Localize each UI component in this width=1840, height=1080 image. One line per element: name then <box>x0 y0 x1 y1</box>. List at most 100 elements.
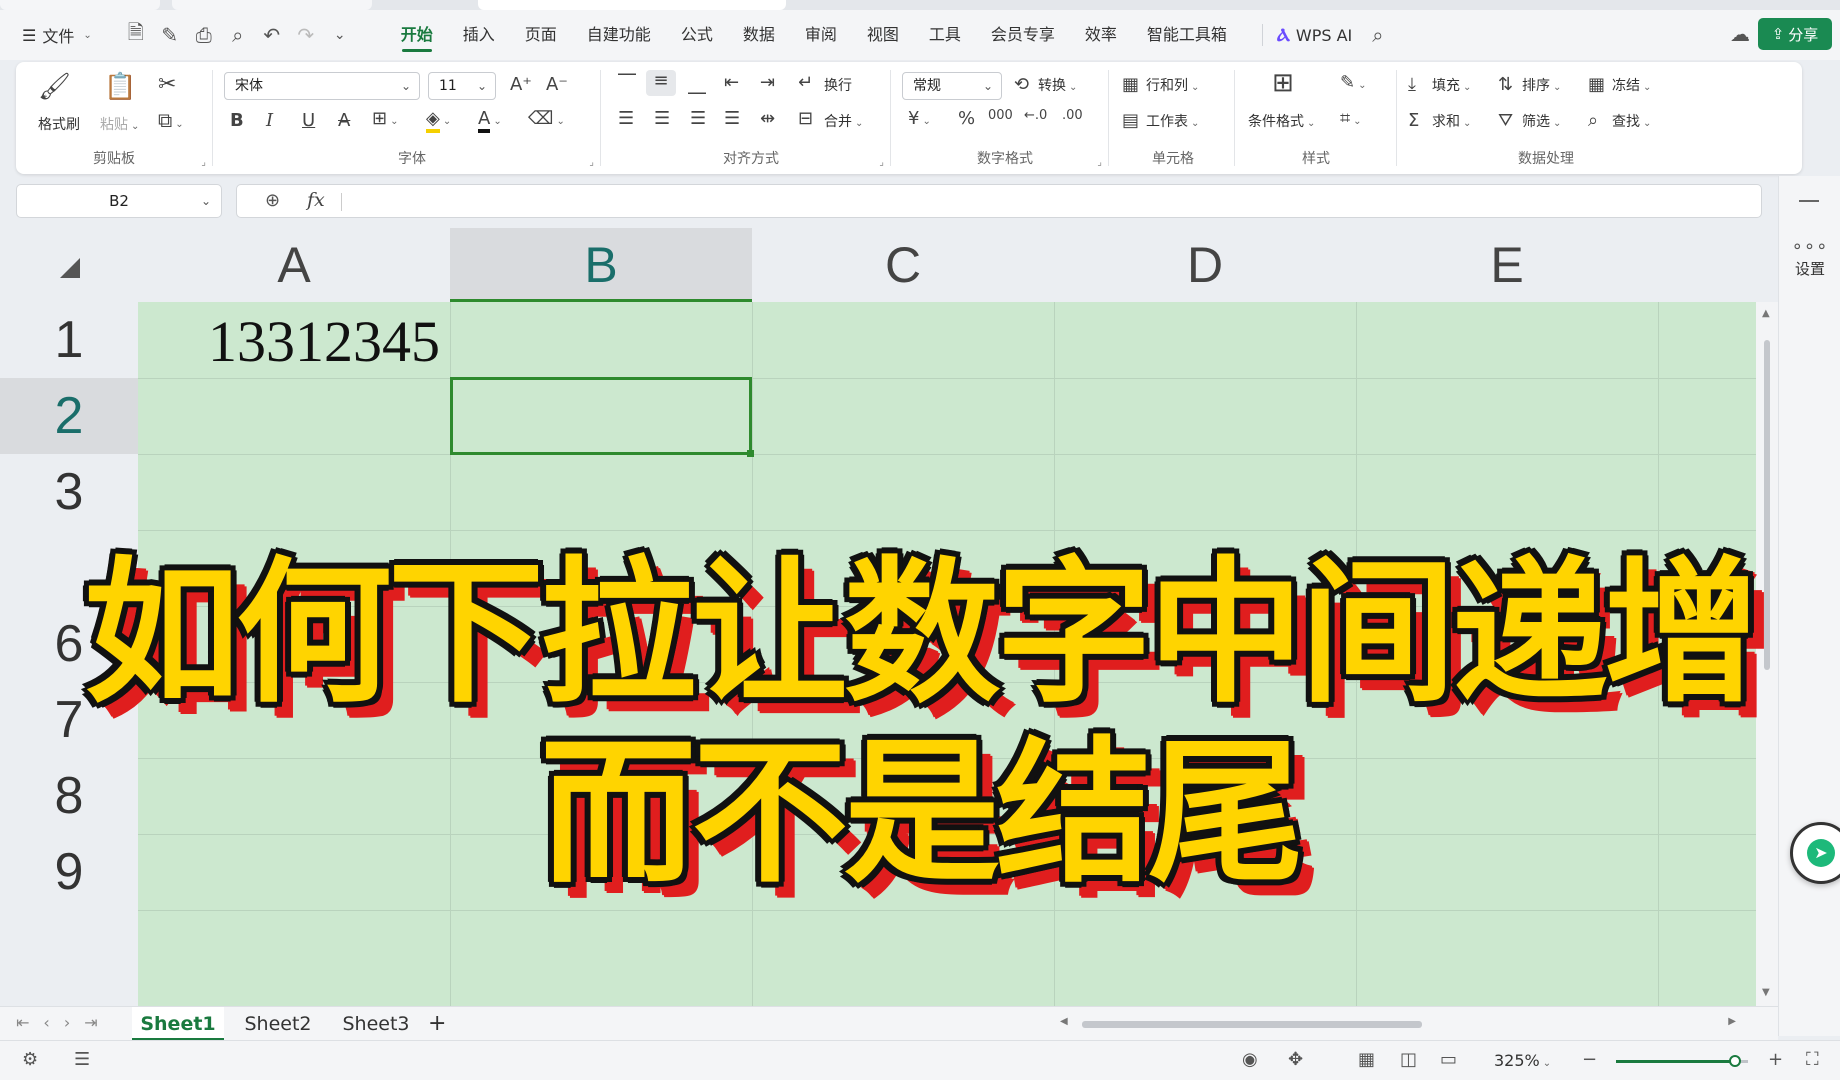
sum-label[interactable]: 求和 ⌄ <box>1432 111 1471 131</box>
tab-view[interactable]: 视图 <box>852 10 914 60</box>
sum-icon[interactable]: Σ <box>1408 110 1419 131</box>
row-header-2[interactable]: 2 <box>0 378 138 454</box>
format-painter-icon[interactable]: 🖌 <box>38 72 71 102</box>
table-style-icon[interactable]: ⌗ ⌄ <box>1340 108 1362 129</box>
name-box[interactable]: B2 ⌄ <box>16 184 222 218</box>
column-header-a[interactable]: A <box>138 228 450 302</box>
tab-member[interactable]: 会员专享 <box>976 10 1070 60</box>
scroll-left-icon[interactable]: ◀ <box>1060 1016 1068 1027</box>
select-all-corner[interactable] <box>0 228 138 302</box>
row-col-label[interactable]: 行和列 ⌄ <box>1146 75 1199 95</box>
collapse-icon[interactable] <box>1799 200 1819 202</box>
format-painter-label[interactable]: 格式刷 <box>38 114 80 134</box>
freeze-label[interactable]: 冻结 ⌄ <box>1612 75 1651 95</box>
column-header-e[interactable]: E <box>1356 228 1658 302</box>
filter-icon[interactable]: ⛛ <box>1498 110 1513 131</box>
currency-icon[interactable]: ¥ ⌄ <box>908 108 931 129</box>
scroll-right-icon[interactable]: ▶ <box>1728 1016 1736 1027</box>
distribute-icon[interactable]: ⇹ <box>760 108 775 129</box>
wps-ai-button[interactable]: Ⲁ WPS AI <box>1261 24 1352 46</box>
align-top-icon[interactable]: ⎺ <box>618 72 636 93</box>
decrease-font-icon[interactable]: A⁻ <box>546 74 568 95</box>
doc-tab-1[interactable] <box>0 0 160 10</box>
find-label[interactable]: 查找 ⌄ <box>1612 111 1651 131</box>
first-sheet-icon[interactable]: ⇤ <box>16 1013 29 1032</box>
bold-icon[interactable]: B <box>230 110 244 131</box>
paste-label[interactable]: 粘贴 ⌄ <box>100 114 139 134</box>
tab-data[interactable]: 数据 <box>728 10 790 60</box>
cell-style-icon[interactable]: ✎ ⌄ <box>1340 72 1366 93</box>
normal-view-icon[interactable]: ▦ <box>1358 1049 1375 1070</box>
scroll-thumb[interactable] <box>1082 1021 1422 1028</box>
next-sheet-icon[interactable]: › <box>64 1013 70 1032</box>
worksheet-label[interactable]: 工作表 ⌄ <box>1146 111 1199 131</box>
page-break-icon[interactable]: ▭ <box>1440 1049 1457 1070</box>
align-right-icon[interactable]: ☰ <box>690 108 706 129</box>
search-icon[interactable]: ⌕ <box>1372 23 1383 47</box>
last-sheet-icon[interactable]: ⇥ <box>84 1013 97 1032</box>
increase-decimal-icon[interactable]: ←.0 <box>1024 108 1047 123</box>
font-color-icon[interactable]: A ⌄ <box>478 108 502 133</box>
border-icon[interactable]: ⊞ ⌄ <box>372 108 398 129</box>
doc-tab-2[interactable] <box>172 0 372 10</box>
fill-icon[interactable]: ⤓ <box>1408 74 1416 95</box>
doc-tab-active[interactable] <box>478 0 786 10</box>
tab-home[interactable]: 开始 <box>386 10 448 60</box>
fill-label[interactable]: 填充 ⌄ <box>1432 75 1471 95</box>
increase-font-icon[interactable]: A⁺ <box>510 74 532 95</box>
zoom-slider[interactable] <box>1616 1055 1748 1067</box>
sort-icon[interactable]: ⇅ <box>1498 74 1513 95</box>
filter-label[interactable]: 筛选 ⌄ <box>1522 111 1561 131</box>
underline-icon[interactable]: U <box>302 110 315 131</box>
position-icon[interactable]: ✥ <box>1288 1049 1303 1070</box>
cut-icon[interactable]: ✂ <box>158 72 176 97</box>
fx-icon[interactable]: fx <box>307 189 325 211</box>
sheet-tab-3[interactable]: Sheet3 <box>334 1007 418 1041</box>
tab-formula[interactable]: 公式 <box>666 10 728 60</box>
print-preview-icon[interactable]: ⌕ <box>228 23 248 47</box>
selected-cell-b2[interactable] <box>450 377 754 457</box>
dialog-launcher-icon[interactable]: ⌟ <box>201 157 206 168</box>
dialog-launcher-icon[interactable]: ⌟ <box>589 157 594 168</box>
sheet-tab-1[interactable]: Sheet1 <box>132 1007 224 1041</box>
percent-icon[interactable]: % <box>958 108 975 129</box>
zoom-slider-knob[interactable] <box>1728 1055 1741 1067</box>
indent-decrease-icon[interactable]: ⇤ <box>724 72 739 93</box>
merge-label[interactable]: 合并 ⌄ <box>824 111 863 131</box>
brush-icon[interactable]: ✎ <box>160 23 180 47</box>
fill-handle[interactable] <box>747 450 754 457</box>
column-header-d[interactable]: D <box>1054 228 1356 302</box>
copy-icon[interactable]: ⧉ ⌄ <box>158 108 184 132</box>
save-icon[interactable]: 🗎 <box>126 18 146 52</box>
print-icon[interactable]: ⎙ <box>194 23 214 47</box>
redo-icon[interactable]: ↷ <box>296 23 316 47</box>
eraser-icon[interactable]: ⌫ ⌄ <box>528 108 565 129</box>
justify-icon[interactable]: ☰ <box>724 108 740 129</box>
conditional-format-icon[interactable]: ⊞ <box>1272 68 1294 98</box>
dialog-launcher-icon[interactable]: ⌟ <box>1097 157 1102 168</box>
italic-icon[interactable]: I <box>266 110 273 131</box>
tab-efficiency[interactable]: 效率 <box>1070 10 1132 60</box>
convert-icon[interactable]: ⟲ <box>1014 74 1029 95</box>
align-left-icon[interactable]: ☰ <box>618 108 634 129</box>
add-sheet-icon[interactable]: + <box>428 1007 446 1041</box>
tab-page[interactable]: 页面 <box>510 10 572 60</box>
align-center-icon[interactable]: ☰ <box>654 108 670 129</box>
strikethrough-icon[interactable]: A <box>338 110 350 131</box>
zoom-level[interactable]: 325% ⌄ <box>1494 1051 1551 1070</box>
macro-icon[interactable]: ⚙ <box>22 1049 38 1070</box>
undo-icon[interactable]: ↶ <box>262 23 282 47</box>
cell-a1[interactable]: 13312345 <box>138 302 450 378</box>
freeze-icon[interactable]: ▦ <box>1588 74 1605 95</box>
page-layout-icon[interactable]: ◫ <box>1400 1049 1417 1070</box>
wrap-text-label[interactable]: 换行 <box>824 75 852 95</box>
more-chevron-icon[interactable]: ⌄ <box>330 27 350 43</box>
scroll-down-icon[interactable]: ▼ <box>1762 987 1770 998</box>
tab-review[interactable]: 审阅 <box>790 10 852 60</box>
horizontal-scrollbar[interactable]: ◀ ▶ <box>1046 1016 1746 1029</box>
formula-bar[interactable]: ⊕ fx <box>236 184 1762 218</box>
more-icon[interactable]: ∘∘∘ <box>1779 236 1840 257</box>
eye-protect-icon[interactable]: ◉ <box>1242 1049 1258 1070</box>
column-header-b[interactable]: B <box>450 228 752 302</box>
zoom-out-icon[interactable]: − <box>1582 1049 1597 1070</box>
